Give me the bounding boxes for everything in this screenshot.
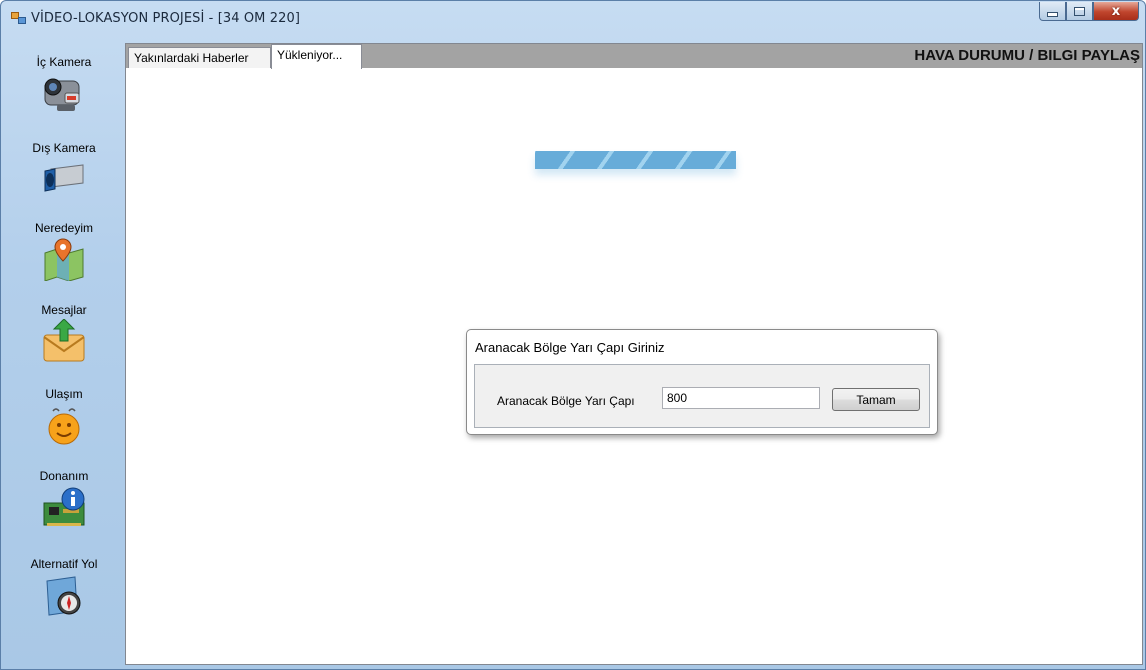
app-window: VİDEO-LOKASYON PROJESİ - [34 OM 220] x İ… [0, 0, 1146, 670]
close-icon: x [1111, 3, 1121, 19]
mail-icon [43, 319, 85, 362]
radius-input[interactable] [662, 387, 820, 409]
app-icon[interactable] [11, 12, 26, 24]
tab-yukleniyor[interactable]: Yükleniyor... [271, 44, 362, 69]
main-panel: Yakınlardaki Haberler Yükleniyor... HAVA… [125, 43, 1143, 665]
sidebar-item-ic-kamera[interactable]: İç Kamera [7, 55, 121, 115]
maximize-button[interactable] [1066, 2, 1093, 21]
camcorder-icon [44, 78, 80, 111]
sidebar-item-label: Ulaşım [45, 387, 83, 401]
sidebar-item-label: Mesajlar [41, 303, 87, 317]
security-camera-icon [44, 164, 84, 192]
compass-map-icon [46, 576, 81, 616]
window-controls: x [1039, 2, 1139, 22]
sidebar-item-label: Donanım [39, 469, 89, 483]
close-button[interactable]: x [1093, 2, 1139, 21]
sidebar-item-alternatif-yol[interactable]: Alternatif Yol [7, 557, 121, 617]
ok-button[interactable]: Tamam [832, 388, 920, 411]
sidebar-item-neredeyim[interactable]: Neredeyim [7, 221, 121, 281]
radius-label: Aranacak Bölge Yarı Çapı [497, 394, 635, 408]
loading-progress-bar [535, 151, 736, 169]
sidebar-item-label: Neredeyim [34, 221, 94, 235]
minimize-button[interactable] [1039, 2, 1066, 21]
dialog-title: Aranacak Bölge Yarı Çapı Giriniz [475, 340, 665, 355]
sidebar-item-label: Alternatif Yol [30, 557, 98, 571]
window-title: VİDEO-LOKASYON PROJESİ - [34 OM 220] [31, 11, 301, 26]
map-pin-icon [44, 238, 84, 281]
tab-yakinlardaki-haberler[interactable]: Yakınlardaki Haberler [128, 47, 271, 68]
sidebar-item-label: Dış Kamera [32, 141, 96, 155]
title-bar[interactable]: VİDEO-LOKASYON PROJESİ - [34 OM 220] x [1, 1, 1145, 37]
radius-groupbox: Aranacak Bölge Yarı Çapı Tamam [474, 364, 930, 428]
radius-dialog: Aranacak Bölge Yarı Çapı Giriniz Aranaca… [466, 329, 938, 435]
sidebar-item-label: İç Kamera [36, 55, 92, 69]
sidebar-item-mesajlar[interactable]: Mesajlar [7, 303, 121, 363]
sidebar-item-donanim[interactable]: Donanım [7, 469, 121, 529]
smiley-icon [48, 408, 80, 445]
maximize-icon [1074, 6, 1085, 16]
tab-bar: Yakınlardaki Haberler Yükleniyor... HAVA… [126, 44, 1142, 69]
weather-share-link[interactable]: HAVA DURUMU / BILGI PAYLAŞ [914, 47, 1140, 64]
hardware-info-icon [43, 487, 85, 526]
sidebar-item-dis-kamera[interactable]: Dış Kamera [7, 141, 121, 201]
sidebar: İç Kamera Dış Kamera Neredeyim Mesajlar … [7, 37, 121, 663]
minimize-icon [1047, 12, 1058, 17]
sidebar-item-ulasim[interactable]: Ulaşım [7, 387, 121, 447]
